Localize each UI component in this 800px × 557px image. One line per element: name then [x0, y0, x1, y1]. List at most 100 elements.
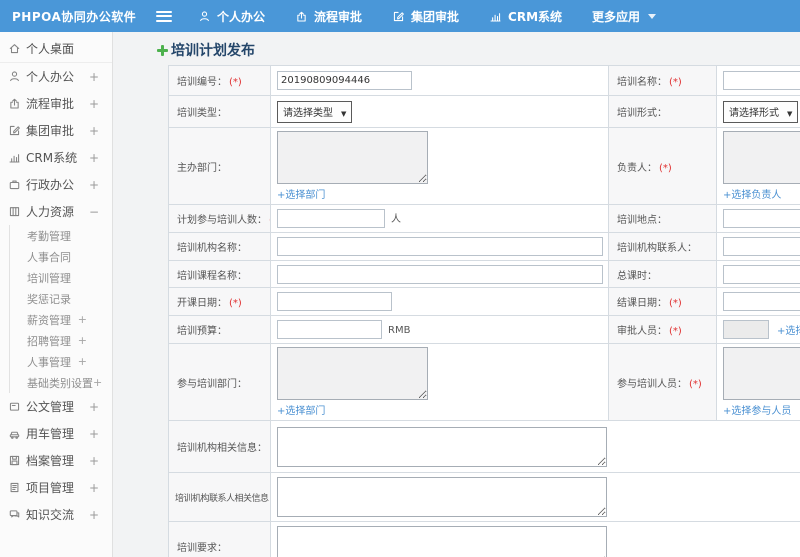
- start-date-label: 开课日期：: [177, 298, 227, 309]
- join-dept-label: 参与培训部门：: [177, 378, 247, 390]
- select-approver-link[interactable]: +选择审批人员: [777, 326, 800, 337]
- home-icon: [8, 42, 21, 55]
- course-name-input[interactable]: [277, 264, 603, 284]
- nav-more-apps[interactable]: 更多应用: [592, 8, 657, 25]
- app-brand: PHPOA协同办公软件: [12, 9, 137, 24]
- app-header: PHPOA协同办公软件 个人办公 流程审批 集团审批 CRM系统 更多应用: [0, 0, 800, 32]
- required-mark: (*): [669, 298, 682, 309]
- sidebar-item-knowledge[interactable]: 知识交流 +: [0, 501, 112, 528]
- sidebar-item-workflow-approval[interactable]: 流程审批 +: [0, 90, 112, 117]
- sidebar-item-admin-office[interactable]: 行政办公 +: [0, 171, 112, 198]
- select-arrow-icon: ▼: [787, 109, 793, 118]
- archive-icon: [8, 454, 21, 467]
- course-name-label: 培训课程名称：: [177, 270, 247, 282]
- nav-workflow-approval[interactable]: 流程审批: [295, 8, 362, 25]
- form-row: 培训机构名称： 培训机构联系人：: [168, 232, 800, 261]
- org-info-textarea[interactable]: [277, 426, 607, 467]
- join-people-textarea[interactable]: [723, 347, 800, 400]
- sidebar-subitem-training[interactable]: 培训管理: [10, 267, 112, 288]
- sidebar-subitem-salary[interactable]: 薪资管理 +: [10, 309, 112, 330]
- edit-icon: [8, 124, 21, 137]
- org-name-label: 培训机构名称：: [177, 243, 247, 254]
- join-people-label: 参与培训人员：: [617, 378, 687, 390]
- approver-input[interactable]: [723, 320, 769, 339]
- sidebar-item-archive[interactable]: 档案管理 +: [0, 447, 112, 474]
- page-title: 培训计划发布: [157, 42, 800, 59]
- budget-input[interactable]: [277, 320, 382, 339]
- form-row: 培训机构联系人相关信息：: [168, 472, 800, 522]
- join-dept-textarea[interactable]: [277, 347, 428, 400]
- form-row: 主办部门： +选择部门 负责人： (*) +选择负责人: [168, 127, 800, 205]
- org-contact-input[interactable]: [723, 237, 800, 256]
- nav-group-approval[interactable]: 集团审批: [392, 8, 459, 25]
- sidebar-item-project[interactable]: 项目管理 +: [0, 474, 112, 501]
- form-row: 培训编号：(*) 培训名称：(*): [168, 65, 800, 96]
- training-plan-form: 培训编号：(*) 培训名称：(*) 培训类型： 请选择类型▼ 培训形式： 请选择…: [168, 65, 800, 557]
- sidebar-subitem-rewards[interactable]: 奖惩记录: [10, 288, 112, 309]
- select-leader-link[interactable]: +选择负责人: [723, 186, 781, 201]
- leader-label: 负责人：: [617, 162, 657, 174]
- end-date-label: 结课日期：: [617, 298, 667, 309]
- chart-icon: [8, 151, 21, 164]
- planned-count-input[interactable]: [277, 209, 385, 228]
- planned-count-label: 计划参与培训人数：: [177, 215, 267, 226]
- form-row: 培训课程名称： 总课时：: [168, 260, 800, 288]
- required-mark: (*): [669, 326, 682, 337]
- nav-personal-office[interactable]: 个人办公: [198, 8, 265, 25]
- required-mark: (*): [669, 77, 682, 88]
- form-row: 培训类型： 请选择类型 ▼ 培训形式： 请选择形式 ▼: [168, 95, 800, 128]
- training-type-label: 培训类型：: [177, 108, 227, 119]
- required-mark: (*): [229, 298, 242, 309]
- sidebar-item-crm[interactable]: CRM系统 +: [0, 144, 112, 171]
- sidebar-subitem-hr-contract[interactable]: 人事合同: [10, 246, 112, 267]
- sidebar-item-group-approval[interactable]: 集团审批 +: [0, 117, 112, 144]
- sidebar-subitem-attendance[interactable]: 考勤管理: [10, 225, 112, 246]
- sidebar-item-personal-office[interactable]: 个人办公 +: [0, 63, 112, 90]
- unit-suffix: 人: [391, 213, 401, 225]
- training-no-label: 培训编号：: [177, 77, 227, 88]
- top-navigation: 个人办公 流程审批 集团审批 CRM系统 更多应用: [198, 8, 657, 25]
- sidebar-item-vehicle[interactable]: 用车管理 +: [0, 420, 112, 447]
- org-contact-info-textarea[interactable]: [277, 477, 607, 517]
- total-hours-input[interactable]: [723, 264, 800, 284]
- sidebar-subitem-recruit[interactable]: 招聘管理 +: [10, 330, 112, 351]
- select-dept-link[interactable]: +选择部门: [277, 402, 325, 417]
- end-date-input[interactable]: [723, 292, 800, 311]
- sidebar-item-desktop[interactable]: 个人桌面: [0, 35, 112, 63]
- training-type-select[interactable]: 请选择类型 ▼: [277, 100, 353, 123]
- total-hours-label: 总课时：: [617, 270, 657, 282]
- sidebar-item-hr[interactable]: 人力资源 −: [0, 198, 112, 225]
- location-input[interactable]: [723, 209, 800, 228]
- form-row: 培训预算： RMB 审批人员：(*) +选择审批人员: [168, 315, 800, 344]
- sidebar-subitem-personnel[interactable]: 人事管理 +: [10, 351, 112, 372]
- upload-icon: [295, 10, 308, 23]
- required-mark: (*): [659, 162, 672, 174]
- requirements-label: 培训要求：: [177, 542, 227, 554]
- document-icon: [8, 400, 21, 413]
- sidebar-item-documents[interactable]: 公文管理 +: [0, 393, 112, 420]
- host-dept-textarea[interactable]: [277, 131, 428, 184]
- select-participants-link[interactable]: +选择参与人员: [723, 402, 791, 417]
- briefcase-icon: [8, 178, 21, 191]
- org-name-input[interactable]: [277, 237, 603, 256]
- budget-label: 培训预算：: [177, 326, 227, 337]
- leader-textarea[interactable]: [723, 131, 800, 184]
- select-dept-link[interactable]: +选择部门: [277, 186, 325, 201]
- form-row: 参与培训部门： +选择部门 参与培训人员： (*) +选择参与人员: [168, 343, 800, 421]
- chart-icon: [489, 10, 502, 23]
- approver-label: 审批人员：: [617, 326, 667, 337]
- user-icon: [8, 70, 21, 83]
- hamburger-menu-icon[interactable]: [156, 10, 172, 22]
- host-dept-label: 主办部门：: [177, 162, 227, 174]
- sidebar: 个人桌面 个人办公 + 流程审批 + 集团审批 + CRM系统 + 行政办公 +: [0, 32, 113, 557]
- form-row: 计划参与培训人数：(*) 人 培训地点：: [168, 204, 800, 233]
- sidebar-subitem-base-category[interactable]: 基础类别设置 +: [10, 372, 112, 393]
- select-arrow-icon: ▼: [341, 109, 347, 118]
- nav-crm-system[interactable]: CRM系统: [489, 8, 562, 25]
- training-form-select[interactable]: 请选择形式 ▼: [723, 100, 799, 123]
- requirements-textarea[interactable]: [277, 526, 607, 557]
- start-date-input[interactable]: [277, 292, 392, 311]
- training-no-input[interactable]: [277, 71, 412, 90]
- org-info-label: 培训机构相关信息：: [177, 443, 267, 454]
- training-name-input[interactable]: [723, 71, 800, 90]
